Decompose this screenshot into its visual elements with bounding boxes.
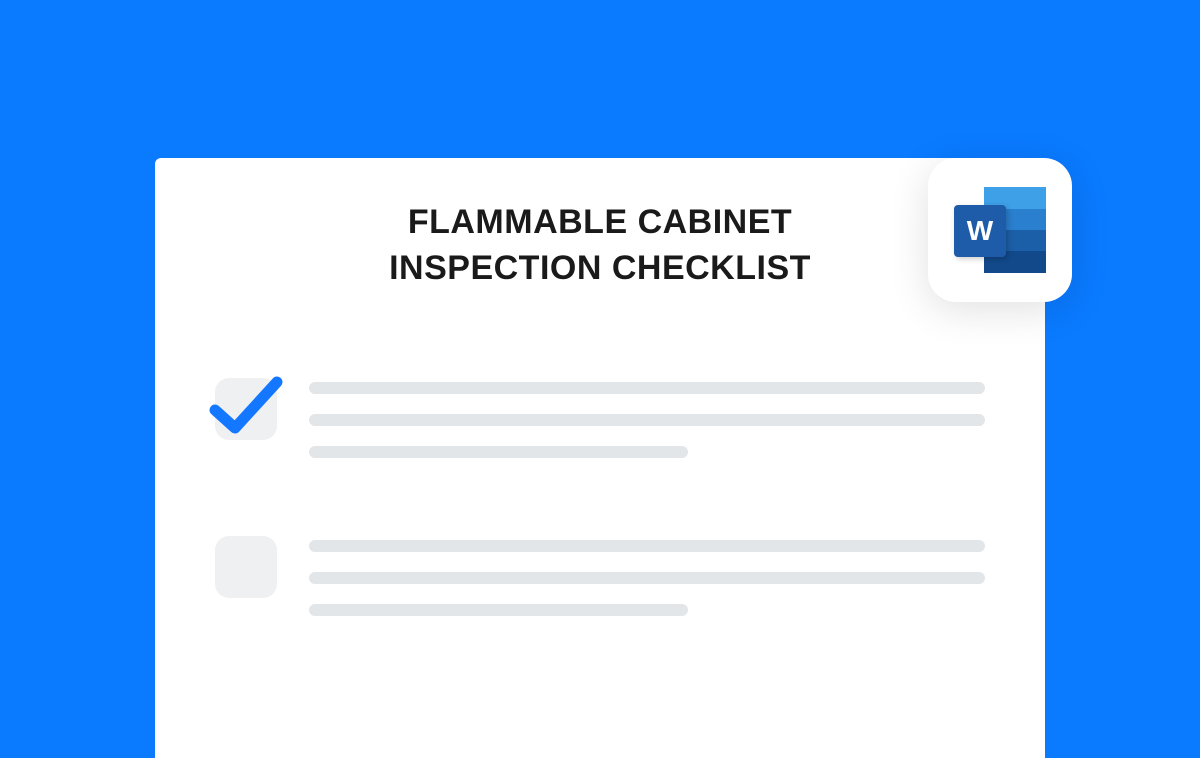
word-file-badge[interactable]: W xyxy=(928,158,1072,302)
checkbox-checked[interactable] xyxy=(215,378,277,440)
item-text-placeholder xyxy=(309,536,985,636)
placeholder-line xyxy=(309,382,985,394)
word-icon-letter: W xyxy=(967,215,993,247)
checklist-item xyxy=(215,536,985,636)
word-icon-letter-box: W xyxy=(954,205,1006,257)
document-card: FLAMMABLE CABINET INSPECTION CHECKLIST xyxy=(155,158,1045,758)
checkmark-icon xyxy=(205,372,287,444)
placeholder-line xyxy=(309,572,985,584)
placeholder-line xyxy=(309,414,985,426)
placeholder-line xyxy=(309,446,688,458)
microsoft-word-icon: W xyxy=(954,187,1046,273)
checklist-item xyxy=(215,378,985,478)
item-text-placeholder xyxy=(309,378,985,478)
checkbox-unchecked[interactable] xyxy=(215,536,277,598)
checklist xyxy=(215,378,985,636)
placeholder-line xyxy=(309,604,688,616)
placeholder-line xyxy=(309,540,985,552)
document-title: FLAMMABLE CABINET INSPECTION CHECKLIST xyxy=(310,200,890,292)
